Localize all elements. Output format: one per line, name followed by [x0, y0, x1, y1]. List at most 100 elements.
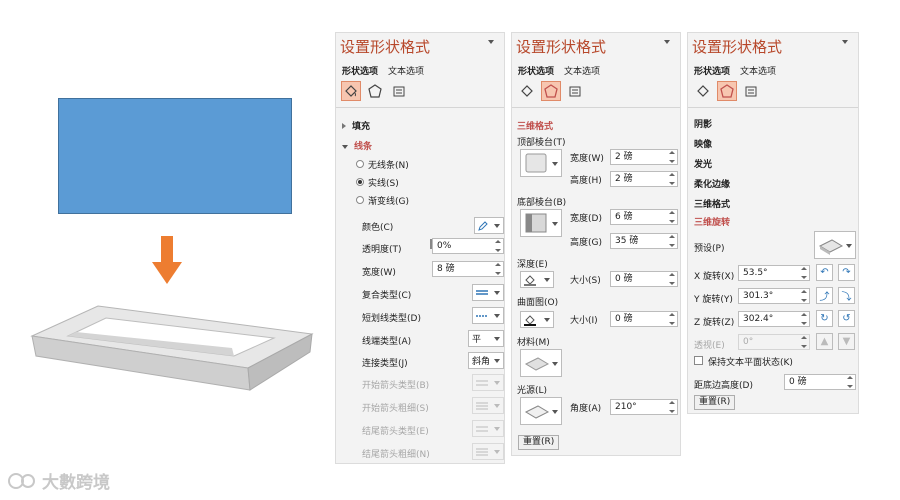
fill-line-icon[interactable]: [693, 81, 713, 101]
spin-arrows-icon[interactable]: [669, 273, 675, 285]
distance-from-ground-input[interactable]: 0 磅: [784, 374, 856, 390]
panel-separator: [512, 107, 680, 108]
panel-menu-caret-icon[interactable]: [488, 40, 494, 44]
y-rotation-label: Y 旋转(Y): [694, 295, 733, 305]
depth-size-input[interactable]: 0 磅: [610, 271, 678, 287]
line-section-header[interactable]: 线条: [342, 139, 372, 152]
3d-rotation-section-header[interactable]: 三维旋转: [694, 215, 730, 228]
tab-text-options[interactable]: 文本选项: [564, 64, 600, 77]
cap-type-label: 线端类型(A): [362, 337, 412, 347]
transparency-input[interactable]: 0%: [432, 238, 504, 254]
widen-field-icon[interactable]: ▼: [838, 333, 855, 350]
spin-arrows-icon[interactable]: [801, 313, 807, 325]
blue-rectangle-shape[interactable]: [58, 98, 292, 214]
top-bevel-height-input[interactable]: 2 磅: [610, 171, 678, 187]
tab-text-options[interactable]: 文本选项: [740, 64, 776, 77]
spin-arrows-icon[interactable]: [669, 401, 675, 413]
bottom-bevel-height-input[interactable]: 35 磅: [610, 233, 678, 249]
tab-shape-options[interactable]: 形状选项: [342, 64, 378, 77]
spin-arrows-icon[interactable]: [669, 211, 675, 223]
size-properties-icon[interactable]: [741, 81, 761, 101]
contour-size-input[interactable]: 0 磅: [610, 311, 678, 327]
depth-color-picker[interactable]: [520, 271, 554, 288]
bottom-bevel-picker[interactable]: [520, 209, 562, 237]
lighting-picker[interactable]: [520, 397, 562, 425]
spin-arrows-icon[interactable]: [801, 267, 807, 279]
radio-gradient-line[interactable]: [356, 196, 364, 204]
rotate-up-icon[interactable]: ⤴: [816, 287, 833, 304]
begin-arrow-type-dropdown[interactable]: [472, 374, 504, 391]
x-rotation-input[interactable]: 53.5°: [738, 265, 810, 281]
top-bevel-picker[interactable]: [520, 149, 562, 177]
spin-arrows-icon[interactable]: [669, 173, 675, 185]
radio-no-line[interactable]: [356, 160, 364, 168]
spin-arrows-icon[interactable]: [847, 376, 853, 388]
rotation-preset-picker[interactable]: [814, 231, 856, 259]
effects-icon[interactable]: [365, 81, 385, 101]
cap-type-dropdown[interactable]: 平: [468, 330, 504, 347]
spin-arrows-icon[interactable]: [801, 290, 807, 302]
end-arrow-size-dropdown[interactable]: [472, 443, 504, 460]
tab-shape-options[interactable]: 形状选项: [518, 64, 554, 77]
z-rotation-input[interactable]: 302.4°: [738, 311, 810, 327]
line-width-input[interactable]: 8 磅: [432, 261, 504, 277]
perspective-value: 0°: [743, 337, 754, 347]
dash-type-dropdown[interactable]: [472, 307, 504, 324]
spin-arrows-icon[interactable]: [669, 151, 675, 163]
depth-label: 深度(E): [517, 260, 548, 270]
y-rotation-input[interactable]: 301.3°: [738, 288, 810, 304]
end-arrow-type-dropdown[interactable]: [472, 420, 504, 437]
color-picker[interactable]: [474, 217, 504, 234]
glow-section-header[interactable]: 发光: [694, 157, 712, 170]
reset-button[interactable]: 重置(R): [694, 395, 736, 410]
top-bevel-height-value: 2 磅: [615, 174, 633, 184]
size-properties-icon[interactable]: [565, 81, 585, 101]
rotate-left-icon[interactable]: ↶: [816, 264, 833, 281]
panel-menu-caret-icon[interactable]: [664, 40, 670, 44]
contour-color-picker[interactable]: [520, 311, 554, 328]
top-bevel-width-input[interactable]: 2 磅: [610, 149, 678, 165]
material-picker[interactable]: [520, 349, 562, 377]
spin-arrows-icon[interactable]: [669, 313, 675, 325]
fill-section-header[interactable]: 填充: [342, 119, 370, 132]
spin-arrows-icon[interactable]: [495, 263, 501, 275]
join-type-value: 斜角: [472, 357, 491, 367]
rotate-counterclockwise-icon[interactable]: ↺: [838, 310, 855, 327]
3d-format-section-header[interactable]: 三维格式: [694, 197, 730, 210]
keep-text-flat-checkbox[interactable]: [694, 356, 703, 365]
perspective-input[interactable]: 0°: [738, 334, 810, 350]
begin-arrow-size-dropdown[interactable]: [472, 397, 504, 414]
panel-menu-caret-icon[interactable]: [842, 40, 848, 44]
soft-edges-section-header[interactable]: 柔化边缘: [694, 177, 730, 190]
rotate-clockwise-icon[interactable]: ↻: [816, 310, 833, 327]
watermark-logo-icon: [8, 472, 35, 489]
compound-type-dropdown[interactable]: [472, 284, 504, 301]
fill-line-icon[interactable]: [517, 81, 537, 101]
lighting-angle-input[interactable]: 210°: [610, 399, 678, 415]
shadow-section-header[interactable]: 阴影: [694, 117, 712, 130]
radio-solid-line[interactable]: [356, 178, 364, 186]
fill-line-icon[interactable]: [341, 81, 361, 101]
spin-arrows-icon[interactable]: [669, 235, 675, 247]
tab-text-options[interactable]: 文本选项: [388, 64, 424, 77]
spin-arrows-icon[interactable]: [801, 336, 807, 348]
size-properties-icon[interactable]: [389, 81, 409, 101]
dash-type-label: 短划线类型(D): [362, 314, 421, 324]
tab-shape-options[interactable]: 形状选项: [694, 64, 730, 77]
effects-icon[interactable]: [541, 81, 561, 101]
reset-button[interactable]: 重置(R): [518, 435, 560, 450]
reflection-section-header[interactable]: 映像: [694, 137, 712, 150]
rotate-down-icon[interactable]: ⤵: [838, 287, 855, 304]
narrow-field-icon[interactable]: ▲: [816, 333, 833, 350]
z-rotation-value: 302.4°: [743, 314, 774, 324]
begin-arrow-size-label: 开始箭头粗细(S): [362, 404, 429, 414]
spin-arrows-icon[interactable]: [495, 240, 501, 252]
bottom-bevel-width-input[interactable]: 6 磅: [610, 209, 678, 225]
material-label: 材料(M): [517, 338, 550, 348]
rotate-right-icon[interactable]: ↷: [838, 264, 855, 281]
join-type-dropdown[interactable]: 斜角: [468, 352, 504, 369]
3d-frame-shape[interactable]: [28, 296, 318, 396]
effects-icon[interactable]: [717, 81, 737, 101]
paint-bucket-icon: [524, 314, 536, 326]
3d-format-section-header[interactable]: 三维格式: [517, 119, 553, 132]
